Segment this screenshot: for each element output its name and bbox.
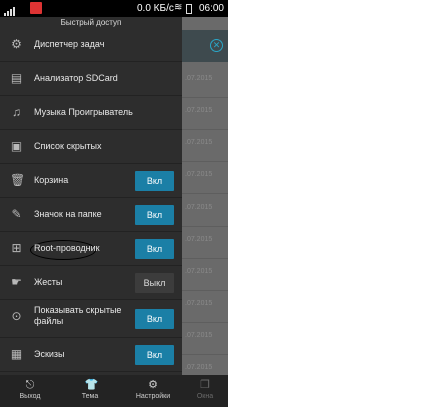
list-item: .07.2015 [185, 300, 213, 307]
windows-label: Окна [196, 393, 214, 400]
root-explorer-toggle[interactable]: Вкл [135, 239, 174, 259]
drawer-item-music-player[interactable]: ♫ Музыка Проигрыватель [0, 96, 182, 130]
phone-screen: 0.0 КБ/с ≋ 06:00 ✕ .07.2015 .07.2015 .07… [0, 0, 228, 407]
list-item: .07.2015 [185, 171, 213, 178]
signal-icon [4, 4, 16, 16]
drawer-item-label: Значок на папке [34, 209, 102, 219]
divider [182, 129, 228, 130]
notification-icon [30, 2, 42, 14]
drawer-item-label: Жесты [34, 277, 63, 287]
network-speed: 0.0 КБ/с [137, 3, 174, 14]
recycle-bin-toggle[interactable]: Вкл [135, 171, 174, 191]
folder-badge-toggle[interactable]: Вкл [135, 205, 174, 225]
drawer-item-label: Диспетчер задач [34, 39, 105, 49]
list-item: .07.2015 [185, 364, 213, 371]
drawer-item-label: Показывать скрытые файлы [34, 305, 122, 326]
sdcard-icon: ▤ [10, 71, 23, 85]
divider [182, 290, 228, 291]
gear-icon: ⚙ [148, 379, 158, 391]
windows-icon: ❐ [200, 379, 210, 391]
close-icon[interactable]: ✕ [210, 39, 223, 52]
drawer-item-thumbnails: ▦ Эскизы Вкл [0, 338, 182, 372]
status-bar: 0.0 КБ/с ≋ 06:00 [0, 0, 228, 17]
thumbnails-icon: ▦ [10, 347, 23, 361]
settings-icon: ⚙ [11, 37, 22, 51]
gestures-toggle[interactable]: Выкл [135, 273, 174, 293]
windows-button[interactable]: ❐ Окна [184, 375, 226, 407]
drawer-item-recycle-bin: 🗑 Корзина Вкл [0, 164, 182, 198]
divider [182, 354, 228, 355]
drawer-title: Быстрый доступ [60, 18, 122, 27]
list-item: .07.2015 [185, 236, 213, 243]
drawer-item-show-hidden-files: ⊙ Показывать скрытые файлы Вкл [0, 300, 182, 338]
exit-button[interactable]: ⎋ Выход [6, 375, 54, 407]
settings-label: Настройки [135, 393, 171, 400]
drawer-item-label: Список скрытых [34, 141, 102, 151]
headphones-icon: ♫ [12, 105, 21, 119]
divider [182, 226, 228, 227]
drawer-item-task-manager[interactable]: ⚙ Диспетчер задач [0, 28, 182, 62]
drawer-item-label: Музыка Проигрыватель [34, 107, 133, 117]
drawer-item-label: Анализатор SDCard [34, 73, 118, 83]
theme-label: Тема [81, 393, 99, 400]
exit-icon: ⎋ [25, 379, 35, 391]
exit-label: Выход [19, 393, 41, 400]
theme-button[interactable]: 👕 Тема [66, 375, 114, 407]
divider [182, 97, 228, 98]
drawer-item-folder-badge: ✎ Значок на папке Вкл [0, 198, 182, 232]
settings-button[interactable]: ⚙ Настройки [126, 375, 180, 407]
divider [182, 193, 228, 194]
list-item: .07.2015 [185, 204, 213, 211]
background-file-list: ✕ .07.2015 .07.2015 .07.2015 .07.2015 .0… [182, 17, 228, 407]
pin-icon: ✎ [11, 207, 22, 221]
drawer-item-hidden-list[interactable]: ▣ Список скрытых [0, 130, 182, 164]
hidden-files-icon: ⊙ [11, 309, 22, 323]
drawer-item-label: Корзина [34, 175, 69, 185]
thumbnails-toggle[interactable]: Вкл [135, 345, 174, 365]
drawer-item-gestures: ☛ Жесты Выкл [0, 266, 182, 300]
divider [182, 161, 228, 162]
root-explorer-icon: ⊞ [11, 241, 22, 255]
shirt-icon: 👕 [84, 379, 99, 391]
folder-lock-icon: ▣ [10, 139, 23, 153]
list-item: .07.2015 [185, 75, 213, 82]
drawer-item-label: Эскизы [34, 349, 65, 359]
wifi-icon: ≋ [174, 2, 183, 13]
divider [182, 258, 228, 259]
list-item: .07.2015 [185, 139, 213, 146]
drawer-item-root-explorer: ⊞ Root-проводник Вкл [0, 232, 182, 266]
quick-access-drawer: Быстрый доступ ⚙ Диспетчер задач ▤ Анали… [0, 17, 182, 407]
list-item: .07.2015 [185, 107, 213, 114]
show-hidden-files-toggle[interactable]: Вкл [135, 309, 174, 329]
divider [182, 322, 228, 323]
gesture-hand-icon: ☛ [11, 275, 22, 289]
trash-icon: 🗑 [10, 173, 26, 187]
list-item: .07.2015 [185, 268, 213, 275]
clock: 06:00 [198, 3, 224, 14]
drawer-item-sdcard-analyzer[interactable]: ▤ Анализатор SDCard [0, 62, 182, 96]
bottom-bar: ⎋ Выход 👕 Тема ⚙ Настройки ❐ Окна [0, 375, 228, 407]
battery-icon [186, 4, 192, 14]
drawer-item-label: Root-проводник [34, 243, 100, 253]
list-item: .07.2015 [185, 332, 213, 339]
